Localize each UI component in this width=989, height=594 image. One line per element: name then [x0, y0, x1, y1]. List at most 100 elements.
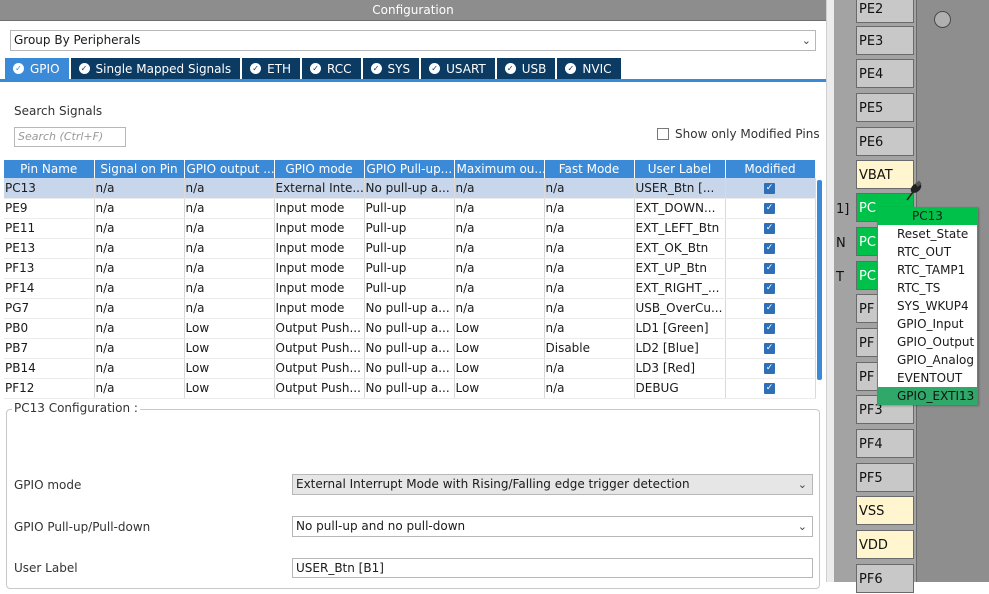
modified-checkbox-icon[interactable]: ✓	[764, 182, 775, 194]
table-row[interactable]: PB7 n/a Low Output Push... No pull-up a... Lo…	[4, 338, 816, 359]
column-header[interactable]: Pin Name	[4, 160, 95, 178]
column-header[interactable]: GPIO Pull-up...	[364, 160, 455, 178]
tab-usb[interactable]: ✓ USB	[496, 58, 558, 79]
pin[interactable]: PE4	[856, 59, 914, 88]
table-row[interactable]: PB0 n/a Low Output Push... No pull-up a... Lo…	[4, 318, 816, 339]
tab-eth[interactable]: ✓ ETH	[242, 58, 303, 79]
table-row[interactable]: PF12 n/a Low Output Push... No pull-up a... L…	[4, 378, 816, 399]
modified-checkbox-icon[interactable]: ✓	[764, 223, 775, 234]
table-cell: n/a	[454, 198, 545, 219]
table-row[interactable]: PG7 n/a n/a Input mode No pull-up a... n/a n/a…	[4, 298, 816, 319]
check-circle-icon: ✓	[565, 63, 577, 74]
modified-checkbox-icon[interactable]: ✓	[764, 283, 775, 294]
table-row[interactable]: PF13 n/a n/a Input mode Pull-up n/a n/a EXT_UP_…	[4, 258, 816, 279]
menu-item[interactable]: Reset_State	[878, 225, 977, 243]
pin[interactable]: PF5	[856, 463, 914, 492]
table-scrollbar[interactable]	[815, 180, 823, 400]
table-cell: Low	[184, 378, 275, 399]
table-cell: n/a	[544, 198, 635, 219]
menu-item[interactable]: GPIO_Input	[878, 315, 977, 333]
gpio-mode-select[interactable]: External Interrupt Mode with Rising/Fall…	[292, 474, 813, 495]
tab-single-mapped-signals[interactable]: ✓ Single Mapped Signals	[70, 58, 243, 79]
table-row[interactable]: PB14 n/a Low Output Push... No pull-up a... L…	[4, 358, 816, 379]
table-row[interactable]: PE9 n/a n/a Input mode Pull-up n/a n/a EXT_DOWN…	[4, 198, 816, 219]
pin[interactable]: PE6	[856, 127, 914, 156]
gpio-pull-value: No pull-up and no pull-down	[296, 519, 466, 533]
table-cell: EXT_RIGHT_...	[634, 278, 726, 299]
modified-checkbox-icon[interactable]: ✓	[764, 303, 775, 314]
column-header[interactable]: GPIO mode	[274, 160, 365, 178]
panel-splitter[interactable]	[826, 0, 834, 582]
column-header[interactable]: GPIO output ...	[184, 160, 275, 178]
modified-checkbox-icon[interactable]: ✓	[764, 243, 775, 254]
menu-item[interactable]: GPIO_EXTI13	[878, 387, 977, 405]
modified-checkbox-icon[interactable]: ✓	[764, 343, 775, 354]
modified-cell: ✓	[725, 318, 816, 339]
modified-checkbox-icon[interactable]: ✓	[764, 203, 775, 214]
column-header[interactable]: Signal on Pin	[94, 160, 185, 178]
chevron-down-icon: ⌄	[797, 478, 807, 491]
table-row[interactable]: PE11 n/a n/a Input mode Pull-up n/a n/a EXT_LEF…	[4, 218, 816, 239]
table-cell: PF14	[4, 278, 95, 299]
menu-item[interactable]: RTC_OUT	[878, 243, 977, 261]
column-header[interactable]: User Label	[634, 160, 726, 178]
tab-rcc[interactable]: ✓ RCC	[302, 58, 363, 79]
table-cell: n/a	[544, 238, 635, 259]
modified-cell: ✓	[725, 198, 816, 219]
pin[interactable]: PE2	[856, 0, 914, 23]
pin[interactable]: PE5	[856, 93, 914, 122]
table-cell: n/a	[184, 258, 275, 279]
tab-nvic[interactable]: ✓ NVIC	[557, 58, 623, 79]
gpio-pull-select[interactable]: No pull-up and no pull-down ⌄	[292, 516, 813, 537]
menu-item[interactable]: EVENTOUT	[878, 369, 977, 387]
table-cell: PE13	[4, 238, 95, 259]
pin[interactable]: PE3	[856, 26, 914, 55]
column-header[interactable]: Maximum ou...	[454, 160, 545, 178]
show-modified-checkbox[interactable]: Show only Modified Pins	[657, 127, 820, 141]
table-cell: EXT_DOWN...	[634, 198, 726, 219]
tab-gpio[interactable]: ✓ GPIO	[5, 58, 71, 79]
table-cell: Low	[454, 378, 545, 399]
table-cell: No pull-up a...	[364, 318, 455, 339]
tab-label: ETH	[267, 61, 292, 76]
menu-item[interactable]: RTC_TS	[878, 279, 977, 297]
table-row[interactable]: PF14 n/a n/a Input mode Pull-up n/a n/a EXT_RIG…	[4, 278, 816, 299]
menu-item[interactable]: SYS_WKUP4	[878, 297, 977, 315]
check-circle-icon: ✓	[310, 63, 322, 74]
pin1-marker	[934, 11, 951, 28]
pin[interactable]: PF6	[856, 564, 914, 593]
menu-item[interactable]: GPIO_Analog	[878, 351, 977, 369]
modified-checkbox-icon[interactable]: ✓	[764, 363, 775, 374]
menu-item[interactable]: RTC_TAMP1	[878, 261, 977, 279]
column-header[interactable]: Fast Mode	[544, 160, 635, 178]
user-label-input[interactable]: USER_Btn [B1]	[292, 558, 813, 578]
tab-usart[interactable]: ✓ USART	[421, 58, 497, 79]
table-row[interactable]: PC13 n/a n/a External Inte... No pull-up a..…	[4, 178, 816, 199]
search-input[interactable]: Search (Ctrl+F)	[14, 127, 126, 147]
modified-cell: ✓	[725, 278, 816, 299]
pin[interactable]: VSS	[856, 496, 914, 525]
search-signals-label: Search Signals	[14, 104, 103, 118]
column-header[interactable]: Modified	[725, 160, 816, 178]
group-by-select[interactable]: Group By Peripherals ⌄	[10, 30, 816, 51]
pin[interactable]: VDD	[856, 530, 914, 559]
pin[interactable]: PF4	[856, 429, 914, 458]
table-cell: Low	[454, 318, 545, 339]
pin-label-fragment: N	[836, 236, 846, 251]
table-cell: n/a	[544, 318, 635, 339]
menu-item[interactable]: GPIO_Output	[878, 333, 977, 351]
table-cell: PB14	[4, 358, 95, 379]
checkbox-icon[interactable]	[657, 128, 669, 140]
modified-checkbox-icon[interactable]: ✓	[764, 323, 775, 334]
table-cell: PE11	[4, 218, 95, 239]
modified-checkbox-icon[interactable]: ✓	[764, 263, 775, 274]
table-cell: PB7	[4, 338, 95, 359]
modified-checkbox-icon[interactable]: ✓	[764, 383, 775, 394]
scrollbar-thumb[interactable]	[817, 180, 822, 380]
show-modified-label: Show only Modified Pins	[675, 127, 820, 141]
table-cell: n/a	[544, 218, 635, 239]
tab-sys[interactable]: ✓ SYS	[362, 58, 422, 79]
table-cell: n/a	[454, 218, 545, 239]
user-label-label: User Label	[14, 561, 78, 575]
table-row[interactable]: PE13 n/a n/a Input mode Pull-up n/a n/a EXT_OK_…	[4, 238, 816, 259]
